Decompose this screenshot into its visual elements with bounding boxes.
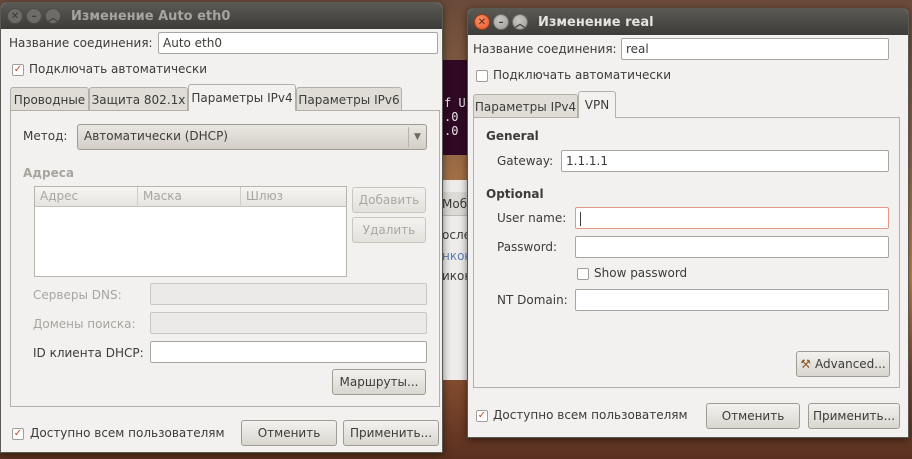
nt-domain-label: NT Domain: <box>497 293 568 307</box>
terminal-line: .0 <box>444 124 459 138</box>
password-input[interactable] <box>575 236 889 258</box>
all-users-checkbox[interactable]: ✓ <box>476 410 488 422</box>
password-label: Password: <box>497 240 558 254</box>
cancel-button[interactable]: Отменить <box>241 420 337 446</box>
method-label: Метод: <box>23 129 68 143</box>
addresses-heading: Адреса <box>23 166 74 180</box>
title-bar[interactable]: ✕ – ︿ Изменение real <box>468 9 908 35</box>
apply-button[interactable]: Применить... <box>808 403 900 429</box>
tools-icon: ⚒ <box>800 357 812 371</box>
autoconnect-label: Подключать автоматически <box>29 62 208 76</box>
tab-ipv6[interactable]: Параметры IPv6 <box>296 87 402 111</box>
terminal-line: .0 <box>444 110 459 124</box>
autoconnect-label: Подключать автоматически <box>493 68 672 82</box>
routes-button[interactable]: Маршруты... <box>332 369 426 395</box>
gateway-label: Gateway: <box>497 154 554 168</box>
connection-name-input[interactable]: real <box>621 38 889 60</box>
connection-name-label: Название соединения: <box>473 42 617 56</box>
background-text: Моб <box>442 197 468 211</box>
text-caret <box>580 211 581 226</box>
gateway-input[interactable]: 1.1.1.1 <box>561 150 889 172</box>
tab-vpn[interactable]: VPN <box>578 91 616 118</box>
all-users-label: Доступно всем пользователям <box>30 426 225 440</box>
tab-802-1x[interactable]: Защита 802.1x <box>89 87 188 111</box>
all-users-checkbox[interactable]: ✓ <box>12 428 24 440</box>
tab-ipv4[interactable]: Параметры IPv4 <box>188 84 296 111</box>
ipv4-settings-panel: Метод: Автоматически (DHCP) ▼ Адреса Адр… <box>10 110 440 407</box>
search-domains-label: Домены поиска: <box>33 317 136 331</box>
column-header-gateway[interactable]: Шлюз <box>241 187 346 207</box>
addresses-table[interactable]: Адрес Маска Шлюз <box>34 186 347 277</box>
window-title: Изменение Auto eth0 <box>71 8 231 24</box>
edit-connection-window-eth0: ✕ – ︿ Изменение Auto eth0 Название соеди… <box>0 2 443 453</box>
all-users-label: Доступно всем пользователям <box>493 408 688 422</box>
dhcp-client-id-input[interactable] <box>150 341 427 363</box>
autoconnect-checkbox[interactable]: ✓ <box>12 64 24 76</box>
column-header-mask[interactable]: Маска <box>138 187 241 207</box>
close-icon[interactable]: ✕ <box>474 14 490 30</box>
method-select[interactable]: Автоматически (DHCP) ▼ <box>77 124 427 150</box>
method-value: Автоматически (DHCP) <box>84 129 228 143</box>
connection-name-label: Название соединения: <box>9 36 153 50</box>
title-bar[interactable]: ✕ – ︿ Изменение Auto eth0 <box>1 3 442 29</box>
maximize-icon[interactable]: ︿ <box>512 14 528 30</box>
minimize-icon[interactable]: – <box>493 14 509 30</box>
search-domains-input[interactable] <box>150 312 427 334</box>
minimize-icon[interactable]: – <box>26 8 42 24</box>
cancel-button[interactable]: Отменить <box>706 403 800 429</box>
advanced-button[interactable]: ⚒ Advanced... <box>796 351 890 377</box>
nt-domain-input[interactable] <box>575 289 889 311</box>
optional-heading: Optional <box>486 187 544 201</box>
dropdown-arrow-icon: ▼ <box>408 127 426 147</box>
tab-wired[interactable]: Проводные <box>10 87 89 111</box>
add-address-button[interactable]: Добавить <box>352 187 426 213</box>
tab-ipv4[interactable]: Параметры IPv4 <box>473 94 578 118</box>
close-icon[interactable]: ✕ <box>7 8 23 24</box>
vpn-settings-panel: General Gateway: 1.1.1.1 Optional User n… <box>473 117 900 388</box>
delete-address-button[interactable]: Удалить <box>352 217 426 243</box>
username-input[interactable] <box>575 207 889 229</box>
dhcp-client-id-label: ID клиента DHCP: <box>33 346 144 360</box>
window-title: Изменение real <box>538 14 654 30</box>
autoconnect-checkbox[interactable] <box>476 70 488 82</box>
column-header-address[interactable]: Адрес <box>35 187 138 207</box>
dns-servers-input[interactable] <box>150 283 427 305</box>
show-password-label: Show password <box>594 266 688 280</box>
advanced-button-label: Advanced... <box>815 357 886 371</box>
username-label: User name: <box>497 211 567 225</box>
edit-connection-window-real: ✕ – ︿ Изменение real Название соединения… <box>467 8 909 438</box>
show-password-checkbox[interactable] <box>577 268 589 280</box>
dns-servers-label: Серверы DNS: <box>33 288 122 302</box>
maximize-icon[interactable]: ︿ <box>45 8 61 24</box>
apply-button[interactable]: Применить... <box>343 420 439 446</box>
general-heading: General <box>486 129 539 143</box>
connection-name-input[interactable]: Auto eth0 <box>158 32 438 54</box>
